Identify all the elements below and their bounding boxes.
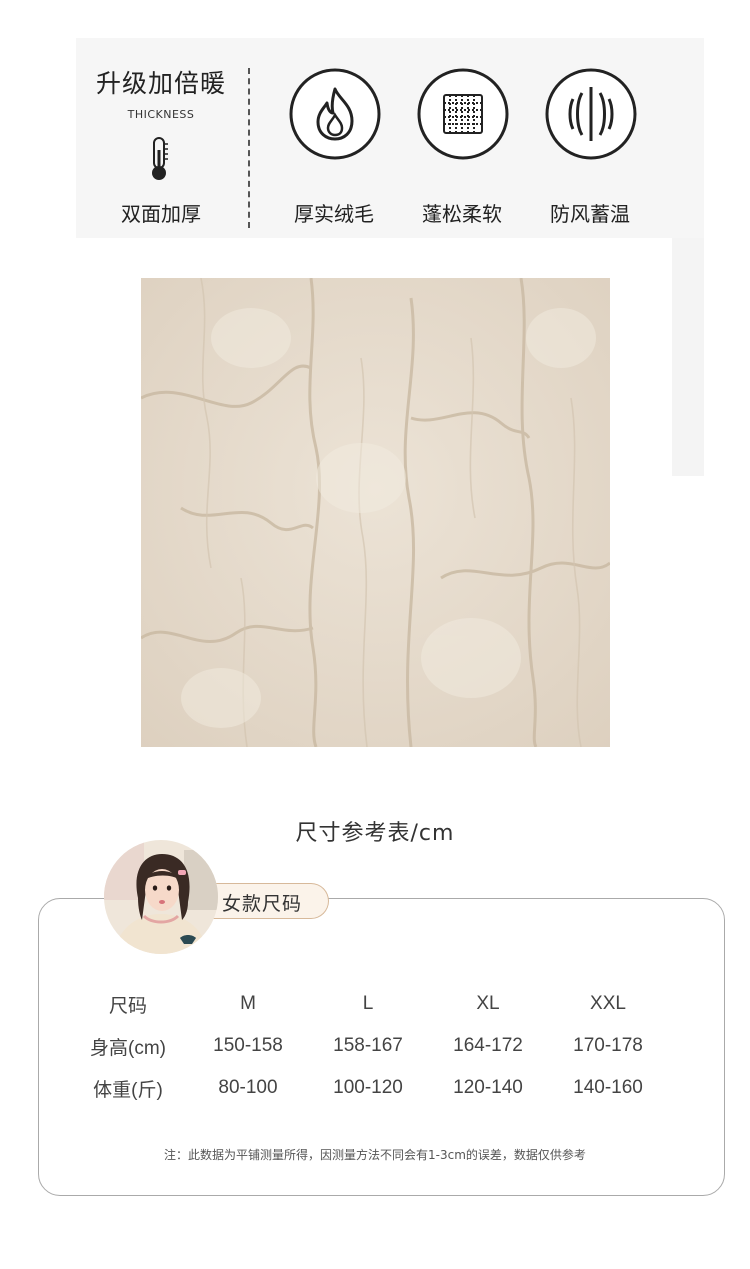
- size-table-header: 尺码 M L XL XXL: [68, 983, 668, 1025]
- fabric-closeup-image: [141, 278, 610, 747]
- banner-heading: 升级加倍暖: [95, 69, 226, 98]
- thickness-column: 升级加倍暖 THICKNESS 双面加厚: [76, 38, 246, 238]
- feature-label-windproof: 防风蓄温: [550, 202, 630, 226]
- feature-label-plush: 厚实绒毛: [294, 202, 374, 226]
- size-row-label: 身高(cm): [90, 1037, 166, 1059]
- size-chart-title: 尺寸参考表/cm: [295, 821, 455, 846]
- feature-plush: 厚实绒毛: [274, 38, 394, 238]
- size-table: 尺码 M L XL XXL 身高(cm) 150-158 158-167 164…: [68, 983, 668, 1109]
- size-cell: 80-100: [218, 1077, 278, 1098]
- windproof-icon: [545, 68, 637, 160]
- size-header-cell: L: [362, 993, 374, 1014]
- size-category-label: 女款尺码: [222, 893, 303, 915]
- feature-soft: 蓬松柔软: [402, 38, 522, 238]
- size-header-cell: XL: [476, 993, 500, 1014]
- banner-divider: [248, 68, 250, 228]
- size-row-label: 体重(斤): [93, 1079, 163, 1101]
- size-header-cell: M: [240, 993, 256, 1014]
- banner-subheading: THICKNESS: [127, 108, 195, 121]
- size-chart-note: 注：此数据为平铺测量所得，因测量方法不同会有1-3cm的误差，数据仅供参考: [164, 1148, 586, 1162]
- thermometer-icon: [152, 137, 168, 180]
- thickness-label: 双面加厚: [121, 202, 201, 226]
- flame-icon: [289, 68, 381, 160]
- banner-shadow: [672, 238, 704, 476]
- size-cell: 170-178: [573, 1035, 643, 1056]
- size-header-cell: 尺码: [108, 995, 147, 1017]
- model-avatar: [104, 840, 218, 954]
- size-cell: 164-172: [453, 1035, 523, 1056]
- size-cell: 150-158: [213, 1035, 283, 1056]
- size-cell: 158-167: [333, 1035, 403, 1056]
- size-table-row-weight: 体重(斤) 80-100 100-120 120-140 140-160: [68, 1067, 668, 1109]
- size-cell: 140-160: [573, 1077, 643, 1098]
- size-header-cell: XXL: [590, 993, 626, 1014]
- size-cell: 100-120: [333, 1077, 403, 1098]
- size-cell: 120-140: [453, 1077, 523, 1098]
- feature-label-soft: 蓬松柔软: [422, 202, 502, 226]
- woven-fabric-icon: [417, 68, 509, 160]
- feature-banner: 升级加倍暖 THICKNESS 双面加厚 厚实绒毛 蓬松柔软 防风蓄温: [76, 38, 704, 238]
- feature-windproof: 防风蓄温: [530, 38, 650, 238]
- size-table-row-height: 身高(cm) 150-158 158-167 164-172 170-178: [68, 1025, 668, 1067]
